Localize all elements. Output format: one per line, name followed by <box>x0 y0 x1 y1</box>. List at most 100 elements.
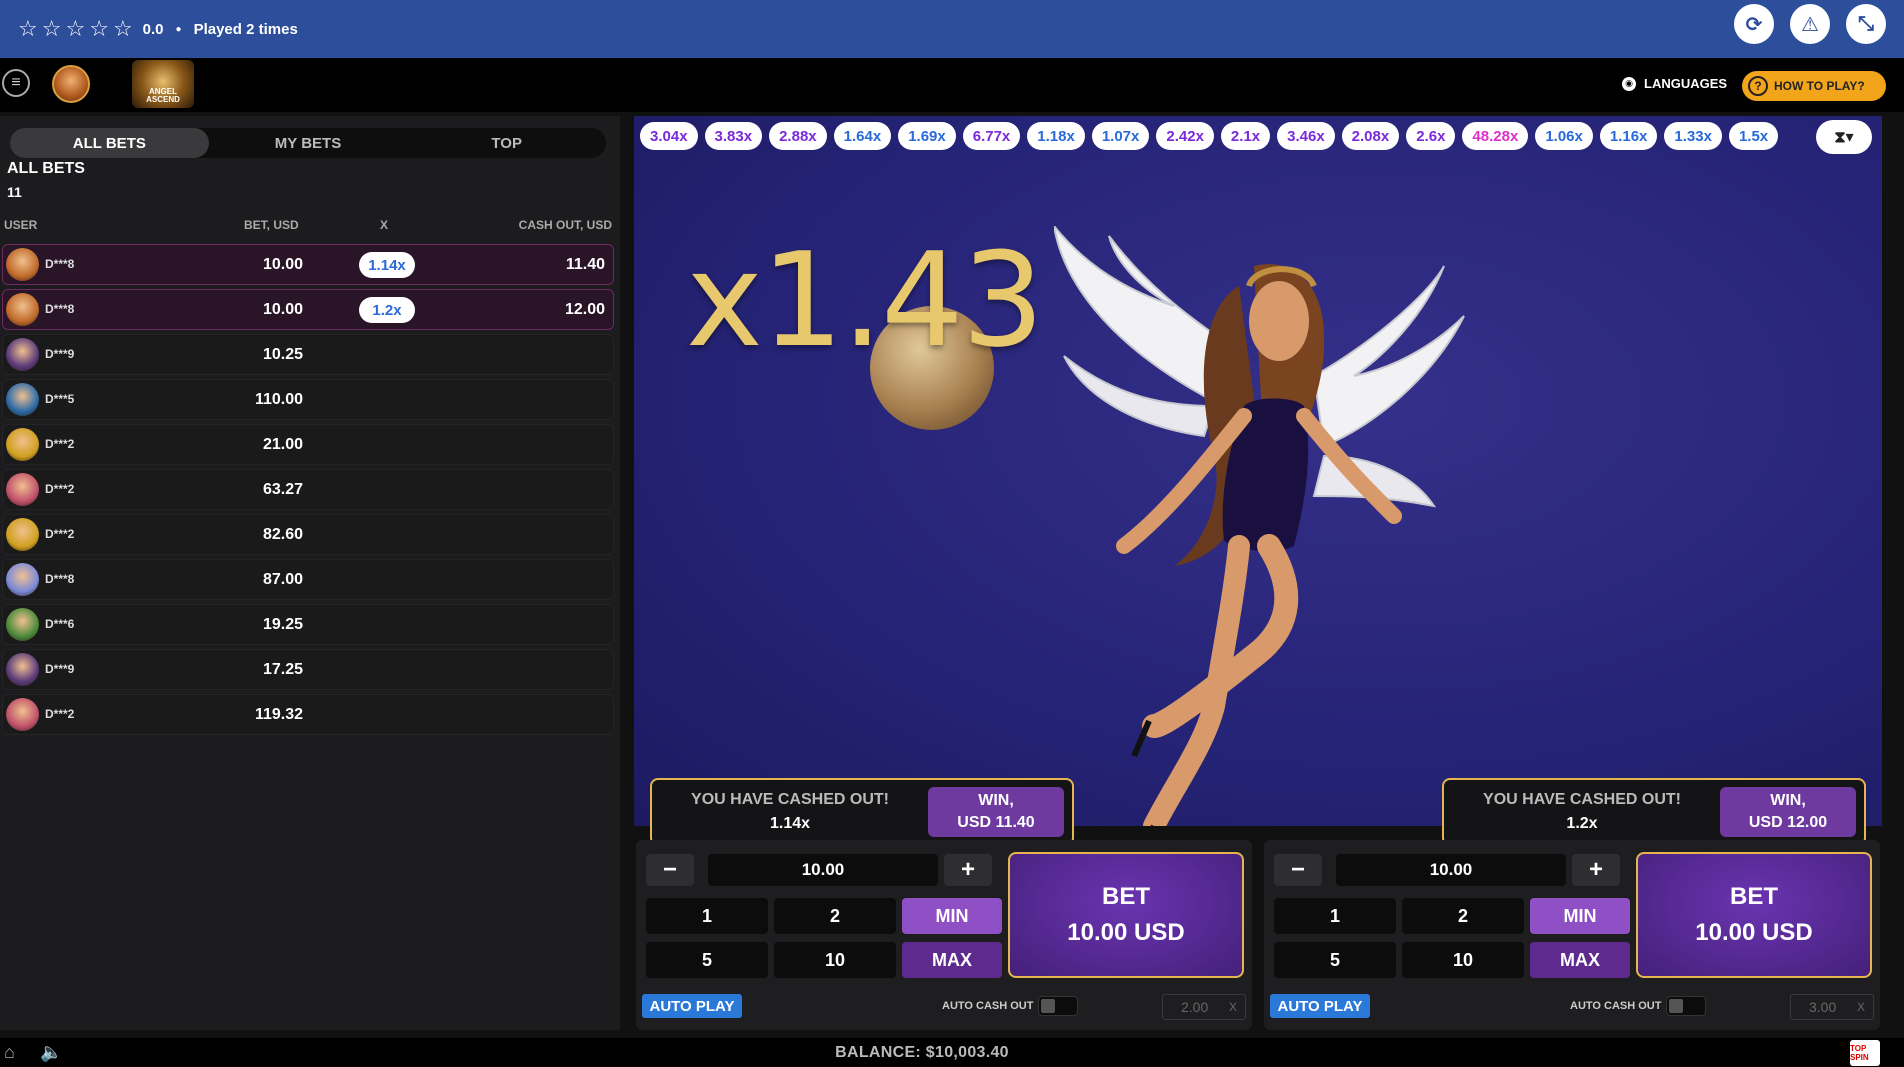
clear-icon[interactable]: X <box>1229 1000 1237 1014</box>
multiplier-chip: 1.64x <box>833 122 892 150</box>
bet-amount: 63.27 <box>262 481 303 498</box>
quick-bet-2[interactable]: 2 <box>1402 898 1524 934</box>
quick-bet-2[interactable]: 2 <box>774 898 896 934</box>
player-avatar[interactable] <box>52 65 90 103</box>
logo-text: ANGEL ASCEND <box>146 87 180 104</box>
max-bet-button[interactable]: MAX <box>1530 942 1630 978</box>
increase-bet-button[interactable]: + <box>944 854 992 886</box>
quick-bet-5[interactable]: 5 <box>1274 942 1396 978</box>
table-row: D***9 17.25 <box>2 649 614 690</box>
bets-panel: ALL BETS MY BETS TOP ALL BETS 11 USER BE… <box>0 116 620 1030</box>
game-logo: ANGEL ASCEND <box>132 60 194 108</box>
increase-bet-button[interactable]: + <box>1572 854 1620 886</box>
max-bet-button[interactable]: MAX <box>902 942 1002 978</box>
report-button[interactable]: ⚠ <box>1790 4 1830 44</box>
auto-play-button[interactable]: AUTO PLAY <box>1270 994 1370 1018</box>
min-bet-button[interactable]: MIN <box>902 898 1002 934</box>
quick-bet-10[interactable]: 10 <box>1402 942 1524 978</box>
tab-all-bets[interactable]: ALL BETS <box>10 128 209 158</box>
star-icon[interactable]: ☆ <box>65 16 85 42</box>
table-row: D***2 82.60 <box>2 514 614 555</box>
multiplier-chip: 1.5x <box>1728 122 1779 150</box>
rating-stars[interactable]: ☆ ☆ ☆ ☆ ☆ <box>18 16 133 42</box>
cashout-amount: 11.40 <box>565 256 605 273</box>
brand-logo: TOP SPIN <box>1850 1040 1880 1066</box>
min-bet-button[interactable]: MIN <box>1530 898 1630 934</box>
multiplier-badge: 1.14x <box>359 252 415 278</box>
footer-bar: ⌂ 🔈 BALANCE: $10,003.40 TOP SPIN <box>0 1038 1904 1067</box>
bet-button[interactable]: BET 10.00 USD <box>1008 852 1244 978</box>
bet-amount-input[interactable]: 10.00 <box>1336 854 1566 886</box>
multiplier-badge: 1.2x <box>359 297 415 323</box>
user-name: D***5 <box>45 392 75 406</box>
angel-character <box>1054 226 1465 826</box>
avatar <box>6 563 39 596</box>
cashout-message: YOU HAVE CASHED OUT! 1.2x <box>1444 788 1720 836</box>
auto-cash-out-value: 2.00 <box>1181 999 1209 1015</box>
table-row: D***8 10.00 12.00 1.2x <box>2 289 614 330</box>
hamburger-icon: ≡ <box>11 74 21 91</box>
star-icon[interactable]: ☆ <box>89 16 109 42</box>
bet-amount: 10.25 <box>262 346 303 363</box>
multiplier-chip: 1.06x <box>1535 122 1593 150</box>
rating-value: 0.0 <box>142 20 164 38</box>
win-label: WIN, <box>978 792 1014 809</box>
avatar <box>6 698 39 731</box>
auto-cash-out-toggle[interactable] <box>1666 996 1706 1016</box>
bet-button[interactable]: BET 10.00 USD <box>1636 852 1872 978</box>
languages-label: LANGUAGES <box>1644 76 1728 91</box>
auto-cash-out-input[interactable]: 3.00 X <box>1790 994 1874 1020</box>
game-header: ≡ ANGEL ASCEND ◉ LANGUAGES ? HOW TO PLAY… <box>0 58 1904 112</box>
avatar <box>6 293 39 326</box>
quick-bet-10[interactable]: 10 <box>774 942 896 978</box>
decrease-bet-button[interactable]: − <box>1274 854 1322 886</box>
cashout-text: YOU HAVE CASHED OUT! <box>1483 791 1681 808</box>
globe-icon: ◉ <box>1622 76 1636 91</box>
star-icon[interactable]: ☆ <box>113 16 133 42</box>
star-icon[interactable]: ☆ <box>42 16 62 42</box>
bet-amount: 17.25 <box>262 661 303 678</box>
tab-top[interactable]: TOP <box>407 128 606 158</box>
cashout-multiplier: 1.14x <box>769 815 811 832</box>
table-row: D***5 110.00 <box>2 379 614 420</box>
table-row: D***8 87.00 <box>2 559 614 600</box>
auto-cash-out-toggle[interactable] <box>1038 996 1078 1016</box>
languages-button[interactable]: ◉ LANGUAGES <box>1622 76 1727 91</box>
user-name: D***6 <box>45 617 75 631</box>
avatar <box>6 518 39 551</box>
table-row: D***8 10.00 11.40 1.14x <box>2 244 614 285</box>
star-icon[interactable]: ☆ <box>18 16 38 42</box>
user-name: D***2 <box>45 437 75 451</box>
top-bar: ☆ ☆ ☆ ☆ ☆ 0.0 ● Played 2 times ⟳ ⚠ ⤡ <box>0 0 1904 58</box>
how-to-play-button[interactable]: ? HOW TO PLAY? <box>1742 71 1886 101</box>
bets-table-header: USER BET, USD X CASH OUT, USD <box>0 218 620 238</box>
quick-bet-5[interactable]: 5 <box>646 942 768 978</box>
auto-cash-out-input[interactable]: 2.00 X <box>1162 994 1246 1020</box>
multiplier-chip: 2.42x <box>1156 122 1214 150</box>
avatar <box>6 383 39 416</box>
exit-fullscreen-button[interactable]: ⤡ <box>1846 4 1886 44</box>
win-label: WIN, <box>1770 792 1806 809</box>
auto-play-button[interactable]: AUTO PLAY <box>642 994 742 1018</box>
current-multiplier: x1.43 <box>686 224 1044 376</box>
refresh-button[interactable]: ⟳ <box>1734 4 1774 44</box>
multiplier-chip: 6.77x <box>962 122 1021 150</box>
decrease-bet-button[interactable]: − <box>646 854 694 886</box>
bet-amount-input[interactable]: 10.00 <box>708 854 938 886</box>
menu-button[interactable]: ≡ <box>2 69 30 97</box>
clear-icon[interactable]: X <box>1857 1000 1865 1014</box>
col-bet: BET, USD <box>244 218 299 232</box>
multiplier-chip: 1.07x <box>1091 122 1150 150</box>
multiplier-chip: 1.33x <box>1664 122 1722 150</box>
played-count: Played 2 times <box>193 20 298 38</box>
tab-my-bets[interactable]: MY BETS <box>209 128 408 158</box>
multiplier-chip: 3.83x <box>704 122 763 150</box>
cashout-notice-2: YOU HAVE CASHED OUT! 1.2x WIN, USD 12.00 <box>1442 778 1866 846</box>
quick-bet-1[interactable]: 1 <box>1274 898 1396 934</box>
bet-amount: 110.00 <box>254 391 303 408</box>
bet-amount: 21.00 <box>262 436 303 453</box>
history-dropdown-button[interactable]: ⧗▾ <box>1816 120 1872 154</box>
user-name: D***8 <box>45 572 75 586</box>
bet-amount: 19.25 <box>262 616 303 633</box>
quick-bet-1[interactable]: 1 <box>646 898 768 934</box>
